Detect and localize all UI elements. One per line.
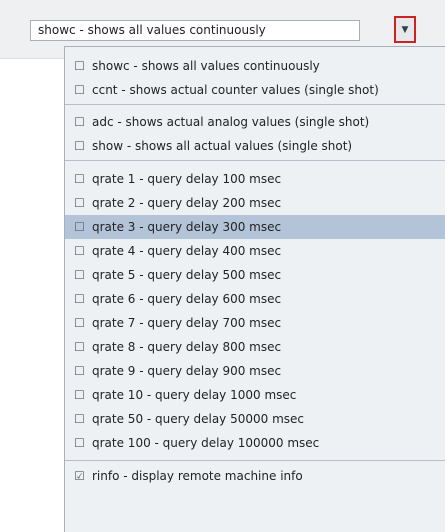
checkbox-icon: ☐ xyxy=(74,220,85,234)
menu-item-label: show - shows all actual values (single s… xyxy=(92,139,353,153)
menu-separator xyxy=(65,460,445,461)
menu-item-showc[interactable]: ☐ showc - shows all values continuously xyxy=(65,54,445,78)
menu-item-rinfo[interactable]: ☑ rinfo - display remote machine info xyxy=(65,464,445,488)
dropdown-button[interactable]: ▼ xyxy=(394,16,416,43)
checkbox-icon: ☐ xyxy=(74,388,85,402)
menu-item-label: qrate 4 - query delay 400 msec xyxy=(92,244,282,258)
checkbox-icon: ☐ xyxy=(74,316,85,330)
menu-item-qrate-50[interactable]: ☐ qrate 50 - query delay 50000 msec xyxy=(65,407,445,431)
menu-item-qrate-4[interactable]: ☐ qrate 4 - query delay 400 msec xyxy=(65,239,445,263)
menu-item-label: adc - shows actual analog values (single… xyxy=(92,115,370,129)
checkbox-icon: ☐ xyxy=(74,244,85,258)
checkbox-icon: ☐ xyxy=(74,115,85,129)
command-combo-field[interactable]: showc - shows all values continuously xyxy=(30,20,360,41)
menu-item-qrate-3[interactable]: ☐ qrate 3 - query delay 300 msec xyxy=(65,215,445,239)
menu-item-label: qrate 10 - query delay 1000 msec xyxy=(92,388,297,402)
menu-item-label: rinfo - display remote machine info xyxy=(92,469,303,483)
menu-item-label: qrate 6 - query delay 600 msec xyxy=(92,292,282,306)
menu-separator xyxy=(65,104,445,105)
menu-item-label: qrate 9 - query delay 900 msec xyxy=(92,364,282,378)
menu-item-show[interactable]: ☐ show - shows all actual values (single… xyxy=(65,134,445,158)
checkbox-icon: ☐ xyxy=(74,340,85,354)
menu-item-qrate-9[interactable]: ☐ qrate 9 - query delay 900 msec xyxy=(65,359,445,383)
menu-item-label: showc - shows all values continuously xyxy=(92,59,320,73)
checkbox-icon: ☐ xyxy=(74,172,85,186)
menu-item-qrate-8[interactable]: ☐ qrate 8 - query delay 800 msec xyxy=(65,335,445,359)
menu-item-label: qrate 2 - query delay 200 msec xyxy=(92,196,282,210)
menu-item-adc[interactable]: ☐ adc - shows actual analog values (sing… xyxy=(65,110,445,134)
checkbox-icon: ☐ xyxy=(74,292,85,306)
menu-item-label: qrate 7 - query delay 700 msec xyxy=(92,316,282,330)
dropdown-menu: ☐ showc - shows all values continuously … xyxy=(64,46,445,532)
checkbox-icon: ☐ xyxy=(74,59,85,73)
checkbox-icon: ☐ xyxy=(74,139,85,153)
chevron-down-icon: ▼ xyxy=(401,24,409,35)
menu-item-qrate-5[interactable]: ☐ qrate 5 - query delay 500 msec xyxy=(65,263,445,287)
checkbox-icon: ☐ xyxy=(74,412,85,426)
menu-item-qrate-6[interactable]: ☐ qrate 6 - query delay 600 msec xyxy=(65,287,445,311)
menu-separator xyxy=(65,160,445,161)
checked-checkbox-icon: ☑ xyxy=(74,469,85,483)
checkbox-icon: ☐ xyxy=(74,268,85,282)
menu-item-qrate-7[interactable]: ☐ qrate 7 - query delay 700 msec xyxy=(65,311,445,335)
menu-item-qrate-1[interactable]: ☐ qrate 1 - query delay 100 msec xyxy=(65,167,445,191)
menu-item-label: ccnt - shows actual counter values (sing… xyxy=(92,83,379,97)
menu-item-label: qrate 3 - query delay 300 msec xyxy=(92,220,282,234)
menu-item-label: qrate 5 - query delay 500 msec xyxy=(92,268,282,282)
checkbox-icon: ☐ xyxy=(74,436,85,450)
checkbox-icon: ☐ xyxy=(74,83,85,97)
menu-item-qrate-100[interactable]: ☐ qrate 100 - query delay 100000 msec xyxy=(65,431,445,455)
menu-item-ccnt[interactable]: ☐ ccnt - shows actual counter values (si… xyxy=(65,78,445,102)
menu-item-label: qrate 100 - query delay 100000 msec xyxy=(92,436,320,450)
checkbox-icon: ☐ xyxy=(74,196,85,210)
menu-item-label: qrate 8 - query delay 800 msec xyxy=(92,340,282,354)
checkbox-icon: ☐ xyxy=(74,364,85,378)
menu-item-label: qrate 1 - query delay 100 msec xyxy=(92,172,282,186)
menu-item-qrate-10[interactable]: ☐ qrate 10 - query delay 1000 msec xyxy=(65,383,445,407)
menu-item-label: qrate 50 - query delay 50000 msec xyxy=(92,412,305,426)
menu-item-qrate-2[interactable]: ☐ qrate 2 - query delay 200 msec xyxy=(65,191,445,215)
